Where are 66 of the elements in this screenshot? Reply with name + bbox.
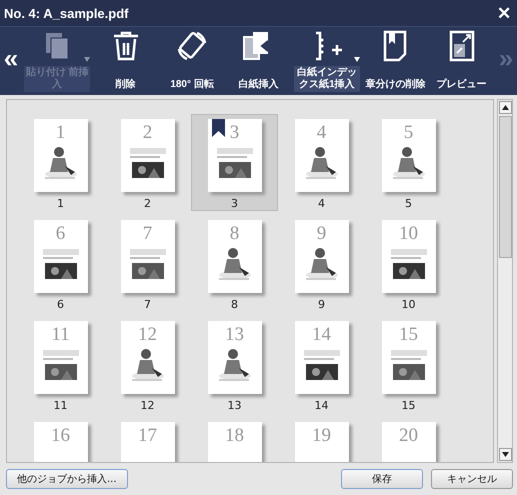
toolbar-button[interactable]: 章分けの削除 [364, 27, 426, 95]
page-number: 15 [402, 399, 416, 412]
page-numeral: 13 [225, 324, 244, 346]
save-button[interactable]: 保存 [341, 469, 423, 489]
page-numeral: 18 [225, 425, 244, 447]
page-number: 8 [231, 298, 238, 311]
page-numeral: 12 [138, 324, 157, 346]
page-numeral: 5 [404, 122, 414, 144]
page-number: 6 [57, 298, 64, 311]
page-numeral: 11 [51, 324, 70, 346]
scrollbar[interactable] [497, 99, 513, 463]
page-numeral: 4 [316, 122, 326, 144]
page-thumbnail[interactable]: 2 2 [104, 114, 191, 211]
page-numeral: 6 [56, 223, 66, 245]
scroll-left-button[interactable]: « [0, 45, 22, 71]
page-thumbnail[interactable]: 10 10 [365, 215, 452, 312]
toolbar-button[interactable]: 削除 [94, 27, 157, 95]
page-numeral: 15 [399, 324, 418, 346]
page-numeral: 10 [399, 223, 418, 245]
page-numeral: 16 [51, 425, 70, 447]
toolbar-button[interactable]: 白紙挿入 [227, 27, 290, 95]
toolbar-button[interactable]: プレビュー [430, 27, 493, 95]
page-number: 5 [405, 197, 412, 210]
page-number: 11 [54, 399, 68, 412]
page-number: 2 [144, 197, 151, 210]
page-number: 7 [144, 298, 151, 311]
page-thumbnail[interactable]: 8 8 [191, 215, 278, 312]
page-thumbnail[interactable]: 1 1 [17, 114, 104, 211]
page-thumbnail[interactable]: 13 13 [191, 316, 278, 413]
scroll-up-icon[interactable] [498, 101, 512, 114]
close-button[interactable]: ✕ [497, 4, 511, 22]
page-number: 4 [318, 197, 325, 210]
page-thumbnail[interactable]: 6 6 [17, 215, 104, 312]
page-number: 10 [402, 298, 416, 311]
page-number: 9 [318, 298, 325, 311]
page-thumbnail[interactable]: 5 5 [365, 114, 452, 211]
page-numeral: 14 [312, 324, 331, 346]
page-thumbnail[interactable]: 3 3 [191, 114, 278, 211]
scroll-down-icon[interactable] [498, 448, 512, 461]
insert-from-job-button[interactable]: 他のジョブから挿入... [6, 469, 128, 489]
page-thumbnail[interactable]: 11 11 [17, 316, 104, 413]
page-numeral: 19 [312, 425, 331, 447]
toolbar-button[interactable]: 180° 回転 [161, 27, 224, 95]
page-number: 1 [57, 197, 64, 210]
page-number: 14 [314, 399, 328, 412]
page-numeral: 20 [399, 425, 418, 447]
page-numeral: 1 [56, 122, 66, 144]
page-number: 3 [231, 197, 238, 210]
page-thumbnail[interactable]: 7 7 [104, 215, 191, 312]
page-numeral: 9 [316, 223, 326, 245]
scrollbar-thumb[interactable] [498, 116, 512, 258]
page-thumbnail[interactable]: 9 9 [278, 215, 365, 312]
page-number: 12 [140, 399, 154, 412]
page-numeral: 7 [142, 223, 152, 245]
page-numeral: 17 [138, 425, 157, 447]
page-number: 13 [228, 399, 242, 412]
page-numeral: 2 [142, 122, 152, 144]
toolbar-button[interactable]: 白紙インデックス紙1挿入 [294, 27, 360, 95]
page-thumbnail[interactable]: 4 4 [278, 114, 365, 211]
page-thumbnail[interactable]: 14 14 [278, 316, 365, 413]
page-thumbnail[interactable]: 12 12 [104, 316, 191, 413]
page-thumbnail[interactable]: 15 15 [365, 316, 452, 413]
page-numeral: 3 [230, 122, 240, 144]
page-numeral: 8 [230, 223, 240, 245]
window-title: No. 4: A_sample.pdf [4, 6, 128, 20]
cancel-button[interactable]: キャンセル [431, 469, 513, 489]
